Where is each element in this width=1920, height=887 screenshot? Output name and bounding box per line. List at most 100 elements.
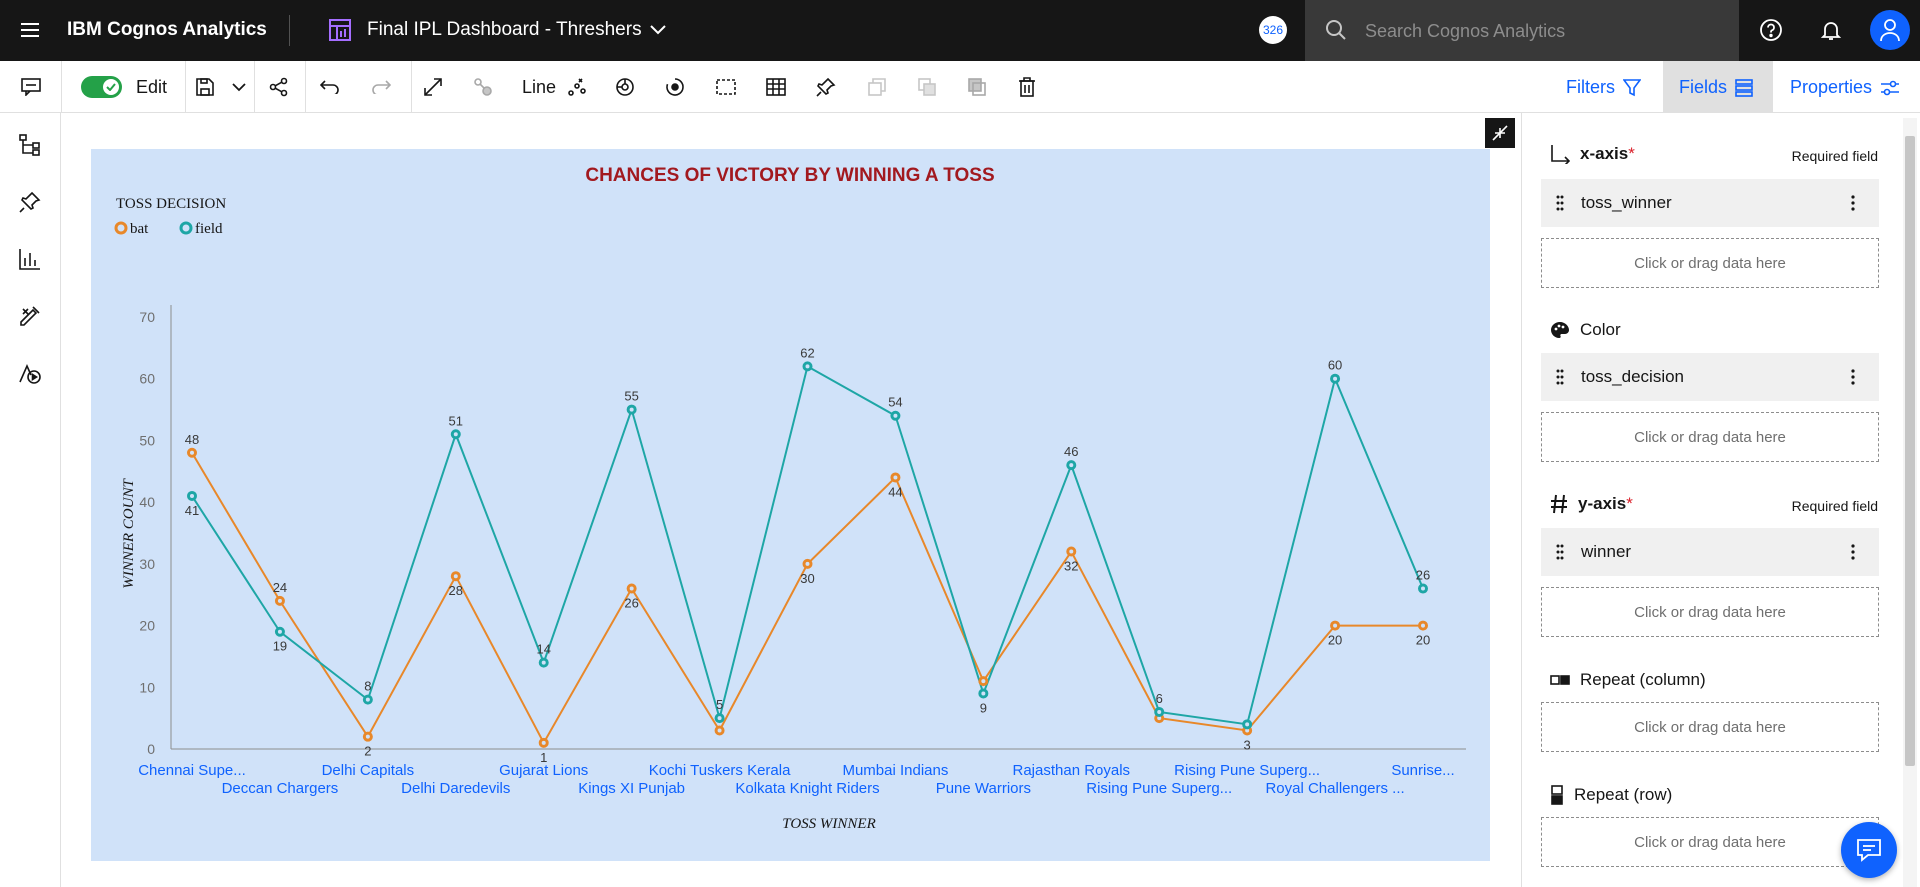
chevron-down-icon[interactable] xyxy=(645,14,671,46)
color-drop-zone[interactable]: Click or drag data here xyxy=(1541,412,1879,462)
data-label-field: 6 xyxy=(1156,691,1163,706)
fields-label: Fields xyxy=(1679,77,1728,97)
x-tick-label[interactable]: Pune Warriors xyxy=(936,780,1031,797)
x-tick-label[interactable]: Delhi Daredevils xyxy=(401,780,510,797)
data-point-center xyxy=(1421,623,1425,628)
help-icon[interactable] xyxy=(1755,14,1787,46)
data-play-icon[interactable] xyxy=(14,357,46,389)
drag-handle-icon[interactable] xyxy=(1555,193,1565,213)
x-tick-label[interactable]: Rajasthan Royals xyxy=(1013,762,1131,779)
repeat-row-icon xyxy=(1551,785,1563,805)
animation-icon[interactable] xyxy=(661,71,689,103)
x-tick-label[interactable]: Kings XI Punjab xyxy=(578,780,685,797)
y-axis-drop-zone[interactable]: Click or drag data here xyxy=(1541,587,1879,637)
user-avatar-icon[interactable] xyxy=(1870,10,1910,50)
x-tick-label[interactable]: Rising Pune Superg... xyxy=(1086,780,1232,797)
data-label-bat: 48 xyxy=(185,432,199,447)
x-tick-label[interactable]: Kochi Tuskers Kerala xyxy=(649,762,791,779)
repeat-row-drop-zone[interactable]: Click or drag data here xyxy=(1541,817,1879,867)
tools-icon[interactable] xyxy=(14,300,46,332)
x-axis-drop-zone[interactable]: Click or drag data here xyxy=(1541,238,1879,288)
bar-chart-icon[interactable] xyxy=(14,243,46,275)
data-label-bat: 2 xyxy=(364,744,371,759)
checkmark-icon xyxy=(103,79,119,95)
x-axis-slot-title: x-axis* xyxy=(1550,144,1635,164)
fields-button[interactable]: Fields xyxy=(1679,77,1753,98)
overflow-menu-icon[interactable] xyxy=(1843,365,1863,389)
count-badge[interactable]: 326 xyxy=(1259,16,1287,44)
save-icon[interactable] xyxy=(193,71,217,103)
pin-icon[interactable] xyxy=(812,71,840,103)
undo-icon[interactable] xyxy=(315,71,345,103)
x-tick-label[interactable]: Mumbai Indians xyxy=(842,762,948,779)
hamburger-menu-icon[interactable] xyxy=(14,14,46,46)
color-title-text: Color xyxy=(1580,320,1621,339)
repeat-column-title-text: Repeat (column) xyxy=(1580,670,1706,689)
pin-icon[interactable] xyxy=(14,186,46,218)
chart-series[interactable]: 4824228126304432320 204119851145556254946… xyxy=(185,345,1430,764)
y-axis-label: WINNER COUNT xyxy=(121,478,137,589)
edit-toggle[interactable] xyxy=(81,76,122,98)
x-tick-label[interactable]: Sunrise... xyxy=(1391,762,1454,779)
filters-button[interactable]: Filters xyxy=(1566,77,1641,98)
legend-label-bat[interactable]: bat xyxy=(130,221,149,237)
line-chart[interactable]: CHANCES OF VICTORY BY WINNING A TOSS TOS… xyxy=(91,149,1490,861)
y-tick-label: 40 xyxy=(139,494,155,510)
series-line-bat[interactable] xyxy=(191,452,1423,745)
share-icon[interactable] xyxy=(264,71,294,103)
overflow-menu-icon[interactable] xyxy=(1843,191,1863,215)
comment-icon[interactable] xyxy=(16,71,46,103)
x-tick-label[interactable]: Deccan Chargers xyxy=(222,780,339,797)
product-name[interactable]: IBM Cognos Analytics xyxy=(67,19,267,41)
search-input[interactable] xyxy=(1365,14,1725,48)
x-tick-label[interactable]: Delhi Capitals xyxy=(322,762,415,779)
y-axis-slot-title: y-axis* xyxy=(1550,494,1633,514)
repeat-column-drop-zone[interactable]: Click or drag data here xyxy=(1541,702,1879,752)
hierarchy-icon[interactable] xyxy=(14,129,46,161)
table-icon[interactable] xyxy=(762,71,790,103)
color-field-pill[interactable]: toss_decision xyxy=(1541,353,1879,401)
panel-scrollbar[interactable] xyxy=(1903,118,1917,887)
redo-icon[interactable] xyxy=(366,71,396,103)
data-point-center xyxy=(365,734,370,739)
chevron-down-icon[interactable] xyxy=(227,71,251,103)
x-tick-label[interactable]: Rising Pune Superg... xyxy=(1174,762,1320,779)
connect-icon xyxy=(468,71,498,103)
overflow-menu-icon[interactable] xyxy=(1843,540,1863,564)
y-axis-field-pill[interactable]: winner xyxy=(1541,528,1879,576)
delete-icon[interactable] xyxy=(1013,71,1041,103)
palette-icon[interactable] xyxy=(611,71,639,103)
x-tick-label[interactable]: Royal Challengers ... xyxy=(1265,780,1404,797)
notifications-icon[interactable] xyxy=(1815,14,1847,46)
data-label-field: 55 xyxy=(624,389,638,404)
line-chart-widget[interactable]: CHANCES OF VICTORY BY WINNING A TOSS TOS… xyxy=(91,149,1490,861)
group-icon xyxy=(913,71,941,103)
collapse-icon[interactable] xyxy=(1485,118,1515,148)
data-label-field: 9 xyxy=(980,700,987,715)
visualization-type-label[interactable]: Line xyxy=(522,77,556,98)
x-tick-label[interactable]: Chennai Supe... xyxy=(138,762,246,779)
y-tick-label: 30 xyxy=(139,556,155,572)
legend-label-field[interactable]: field xyxy=(195,221,223,237)
properties-button[interactable]: Properties xyxy=(1790,77,1900,98)
data-point-center xyxy=(1333,623,1338,628)
repeat-row-title-text: Repeat (row) xyxy=(1574,785,1673,804)
search-box[interactable] xyxy=(1305,0,1739,61)
data-label-field: 51 xyxy=(449,413,463,428)
x-tick-label[interactable]: Kolkata Knight Riders xyxy=(735,780,879,797)
fields-icon xyxy=(1735,78,1753,97)
data-label-field: 60 xyxy=(1328,358,1342,373)
scrollbar-thumb[interactable] xyxy=(1905,136,1915,766)
series-line-field[interactable] xyxy=(191,364,1424,726)
data-point-center xyxy=(1333,376,1338,381)
filters-label: Filters xyxy=(1566,77,1615,97)
select-area-icon[interactable] xyxy=(712,71,740,103)
expand-icon[interactable] xyxy=(418,71,448,103)
dashboard-title: Final IPL Dashboard - Threshers xyxy=(367,19,642,40)
data-label-bat: 1 xyxy=(540,750,547,765)
change-visualization-icon[interactable] xyxy=(563,71,591,103)
chat-icon[interactable] xyxy=(1841,822,1897,878)
drag-handle-icon[interactable] xyxy=(1555,542,1565,562)
x-axis-field-pill[interactable]: toss_winner xyxy=(1541,179,1879,227)
drag-handle-icon[interactable] xyxy=(1555,367,1565,387)
